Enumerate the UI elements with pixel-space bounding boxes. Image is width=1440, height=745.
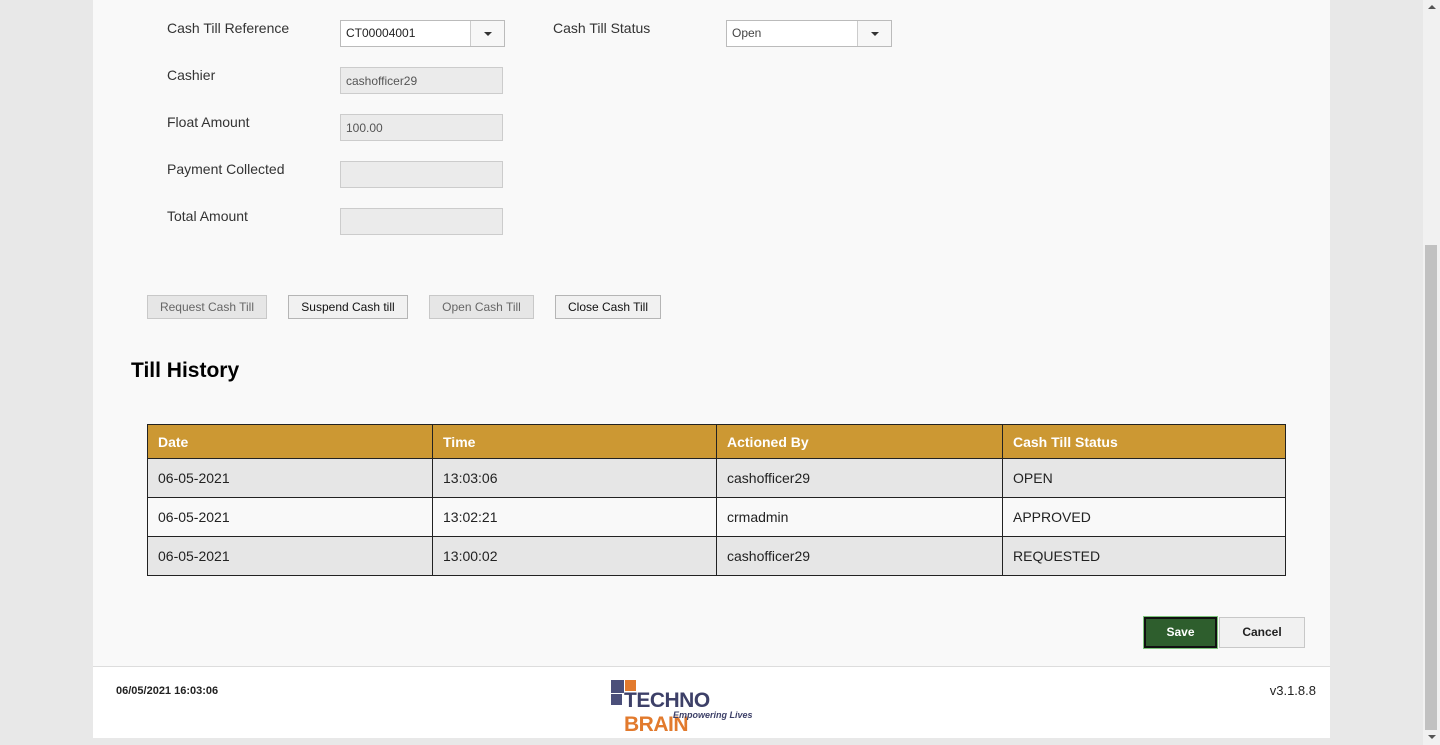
vertical-scrollbar[interactable] <box>1423 0 1440 745</box>
cash-till-reference-value: CT00004001 <box>346 26 416 40</box>
dropdown-toggle[interactable] <box>470 21 504 46</box>
cell-date: 06-05-2021 <box>147 497 433 537</box>
save-button[interactable]: Save <box>1143 616 1218 649</box>
cell-actioned-by: cashofficer29 <box>716 536 1003 576</box>
chevron-down-icon <box>484 32 492 36</box>
logo-tagline: Empowering Lives <box>673 710 753 720</box>
cell-status: OPEN <box>1002 458 1286 498</box>
cash-till-status-select[interactable]: Open <box>726 20 892 47</box>
suspend-cash-till-button[interactable]: Suspend Cash till <box>288 295 408 319</box>
cash-till-page: Cash Till Reference CT00004001 Cash Till… <box>93 0 1330 738</box>
techno-brain-logo: TECHNO BRAIN Empowering Lives <box>611 680 771 736</box>
chevron-down-icon <box>871 32 879 36</box>
cell-time: 13:03:06 <box>432 458 717 498</box>
cancel-button[interactable]: Cancel <box>1219 617 1305 648</box>
table-row[interactable]: 06-05-2021 13:03:06 cashofficer29 OPEN <box>147 458 1286 498</box>
cell-status: REQUESTED <box>1002 536 1286 576</box>
scrollbar-thumb[interactable] <box>1425 245 1437 730</box>
float-amount-field[interactable]: 100.00 <box>340 114 503 141</box>
cell-date: 06-05-2021 <box>147 536 433 576</box>
cash-till-status-value: Open <box>732 26 762 40</box>
logo-square-icon <box>611 694 622 705</box>
cell-actioned-by: cashofficer29 <box>716 458 1003 498</box>
cashier-label: Cashier <box>167 67 216 83</box>
table-header-row: Date Time Actioned By Cash Till Status <box>147 424 1286 459</box>
cell-date: 06-05-2021 <box>147 458 433 498</box>
column-header-date[interactable]: Date <box>147 424 433 459</box>
footer-timestamp: 06/05/2021 16:03:06 <box>116 685 219 697</box>
request-cash-till-button[interactable]: Request Cash Till <box>147 295 267 319</box>
cell-actioned-by: crmadmin <box>716 497 1003 537</box>
cash-till-status-label: Cash Till Status <box>553 20 651 36</box>
table-row[interactable]: 06-05-2021 13:00:02 cashofficer29 REQUES… <box>147 536 1286 576</box>
cell-time: 13:00:02 <box>432 536 717 576</box>
cell-time: 13:02:21 <box>432 497 717 537</box>
payment-collected-label: Payment Collected <box>167 161 285 177</box>
till-history-title: Till History <box>131 359 240 382</box>
total-amount-field[interactable] <box>340 208 503 235</box>
scroll-down-arrow-icon[interactable] <box>1428 735 1436 739</box>
cash-till-reference-select[interactable]: CT00004001 <box>340 20 505 47</box>
till-history-table: Date Time Actioned By Cash Till Status 0… <box>147 424 1286 576</box>
footer: 06/05/2021 16:03:06 TECHNO BRAIN Empower… <box>93 666 1330 738</box>
float-amount-label: Float Amount <box>167 114 250 130</box>
cell-status: APPROVED <box>1002 497 1286 537</box>
column-header-actioned-by[interactable]: Actioned By <box>716 424 1003 459</box>
column-header-time[interactable]: Time <box>432 424 717 459</box>
scroll-up-arrow-icon[interactable] <box>1428 5 1436 9</box>
table-row[interactable]: 06-05-2021 13:02:21 crmadmin APPROVED <box>147 497 1286 537</box>
logo-square-icon <box>611 680 624 693</box>
app-version: v3.1.8.8 <box>1269 683 1316 698</box>
open-cash-till-button[interactable]: Open Cash Till <box>429 295 534 319</box>
close-cash-till-button[interactable]: Close Cash Till <box>555 295 661 319</box>
cash-till-reference-label: Cash Till Reference <box>167 20 290 36</box>
column-header-status[interactable]: Cash Till Status <box>1002 424 1286 459</box>
payment-collected-field[interactable] <box>340 161 503 188</box>
total-amount-label: Total Amount <box>167 208 248 224</box>
dropdown-toggle[interactable] <box>857 21 891 46</box>
cashier-field[interactable]: cashofficer29 <box>340 67 503 94</box>
